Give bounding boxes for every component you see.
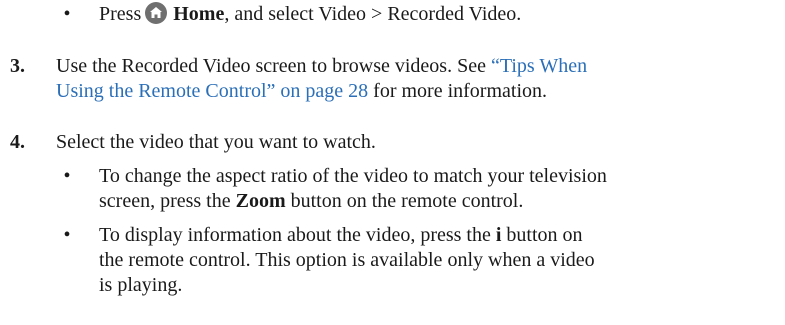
step-text-part: for more information. bbox=[368, 80, 548, 102]
bullet-marker: • bbox=[63, 3, 71, 25]
bullet-text: To change the aspect ratio of the video … bbox=[99, 165, 607, 187]
bullet-text: the remote control. This option is avail… bbox=[99, 249, 595, 271]
home-icon bbox=[145, 2, 168, 24]
step-text: Use the Recorded Video screen to browse … bbox=[56, 54, 587, 79]
step-text-part: Use the Recorded Video screen to browse … bbox=[56, 55, 491, 77]
bullet-text-part: screen, press the bbox=[99, 190, 236, 212]
step-text: Select the video that you want to watch. bbox=[56, 131, 376, 153]
step-number: 4. bbox=[10, 131, 25, 153]
bullet-text: screen, press the Zoom button on the rem… bbox=[99, 189, 523, 214]
cross-reference-link[interactable]: Using the Remote Control” on page 28 bbox=[56, 80, 368, 102]
step-number: 3. bbox=[10, 55, 25, 77]
step-text: Using the Remote Control” on page 28 for… bbox=[56, 79, 547, 104]
instruction-text: Press bbox=[99, 3, 142, 25]
zoom-button-label: Zoom bbox=[235, 190, 286, 212]
bullet-text: To display information about the video, … bbox=[99, 223, 583, 248]
bullet-text-part: To display information about the video, … bbox=[99, 224, 496, 246]
bullet-marker: • bbox=[63, 165, 71, 187]
instruction-text: , and select Video > Recorded Video. bbox=[224, 3, 522, 25]
bullet-text: is playing. bbox=[99, 274, 183, 296]
cross-reference-link[interactable]: “Tips When bbox=[491, 55, 587, 77]
bullet-marker: • bbox=[63, 224, 71, 246]
bullet-text-part: button on bbox=[501, 224, 583, 246]
instruction-line-home: Press Home, and select Video > Recorded V… bbox=[99, 2, 521, 27]
bullet-text-part: button on the remote control. bbox=[285, 190, 524, 212]
home-label: Home bbox=[173, 3, 225, 25]
